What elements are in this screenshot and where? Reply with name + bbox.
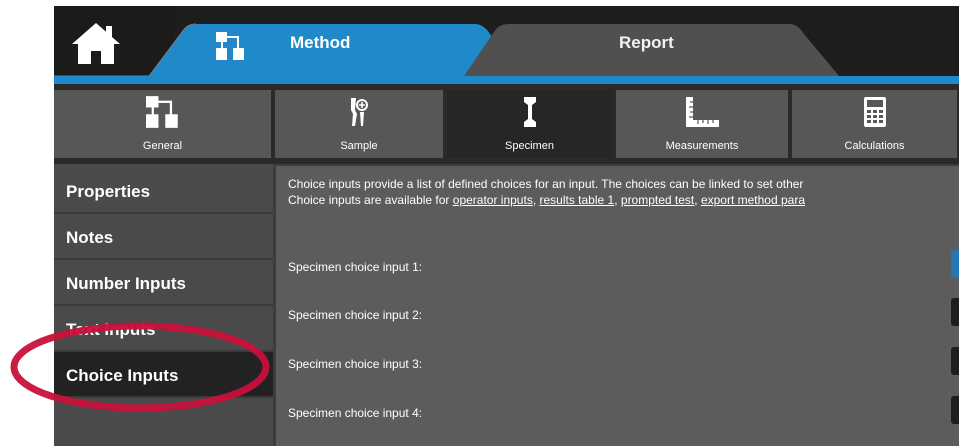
description-line-1: Choice inputs provide a list of defined … (288, 177, 804, 191)
sidebar-item-label: Choice Inputs (66, 366, 179, 385)
subtab-measurements-label: Measurements (665, 140, 739, 152)
specimen-choice-input-3-select[interactable] (951, 347, 959, 375)
subtab-calculations[interactable]: Calculations (792, 90, 959, 158)
calculator-icon (863, 97, 886, 127)
subtab-sample-label: Sample (340, 140, 378, 152)
subtab-specimen-label: Specimen (505, 140, 554, 152)
specimen-choice-input-1-label: Specimen choice input 1: (288, 260, 423, 274)
specimen-choice-input-3-label: Specimen choice input 3: (288, 357, 423, 371)
tab-report[interactable]: Report (619, 33, 674, 53)
link-operator-inputs[interactable]: operator inputs (453, 193, 533, 207)
home-button[interactable] (70, 20, 122, 66)
specimen-choice-input-2-label: Specimen choice input 2: (288, 308, 423, 322)
sidebar-item-label: Notes (66, 228, 114, 247)
sidebar-item-properties[interactable]: Properties (54, 168, 273, 214)
application-window: Method Report General Sample Specimen Me… (54, 6, 959, 446)
subtab-general[interactable]: General (54, 90, 273, 158)
top-tabs-shapes (54, 6, 839, 77)
subtab-measurements[interactable]: Measurements (616, 90, 790, 158)
subtab-calculations-label: Calculations (844, 140, 905, 152)
home-icon (72, 23, 120, 64)
description-line-2: Choice inputs are available for operator… (288, 193, 805, 207)
sample-grip-icon (351, 98, 368, 126)
link-prompted-test[interactable]: prompted test (621, 193, 694, 207)
method-subtabs-bar: General Sample Specimen Measurements Cal… (54, 84, 959, 164)
sidebar-item-label: Properties (66, 182, 151, 201)
specimen-choice-input-1-select[interactable] (951, 250, 959, 278)
specimen-choice-input-4-label: Specimen choice input 4: (288, 406, 423, 420)
specimen-choice-input-2-select[interactable] (951, 298, 959, 326)
tab-method[interactable]: Method (290, 33, 350, 53)
choice-inputs-description: Choice inputs provide a list of defined … (288, 176, 959, 208)
subtab-general-label: General (142, 140, 183, 152)
flowchart-icon (145, 96, 178, 128)
subtab-sample[interactable]: Sample (275, 90, 445, 158)
top-navigation-bar: Method Report (54, 6, 959, 84)
description-line-2-text: Choice inputs are available for (288, 193, 453, 207)
method-flowchart-icon[interactable] (216, 32, 246, 60)
sidebar-item-choice-inputs[interactable]: Choice Inputs (54, 352, 273, 398)
specimen-icon (523, 97, 536, 127)
subtab-specimen[interactable]: Specimen (447, 90, 614, 158)
main-content: Choice inputs provide a list of defined … (276, 166, 959, 446)
sidebar-item-label: Text Inputs (66, 320, 156, 339)
sidebar-item-number-inputs[interactable]: Number Inputs (54, 260, 273, 306)
accent-stripe (54, 76, 959, 84)
link-export-method-parameters[interactable]: export method para (701, 193, 805, 207)
sidebar-item-text-inputs[interactable]: Text Inputs (54, 306, 273, 352)
link-results-table-1[interactable]: results table 1 (540, 193, 615, 207)
specimen-choice-input-4-select[interactable] (951, 396, 959, 424)
ruler-corner-icon (686, 97, 719, 127)
sidebar: Properties Notes Number Inputs Text Inpu… (54, 164, 273, 446)
sidebar-item-notes[interactable]: Notes (54, 214, 273, 260)
sidebar-item-label: Number Inputs (66, 274, 186, 293)
